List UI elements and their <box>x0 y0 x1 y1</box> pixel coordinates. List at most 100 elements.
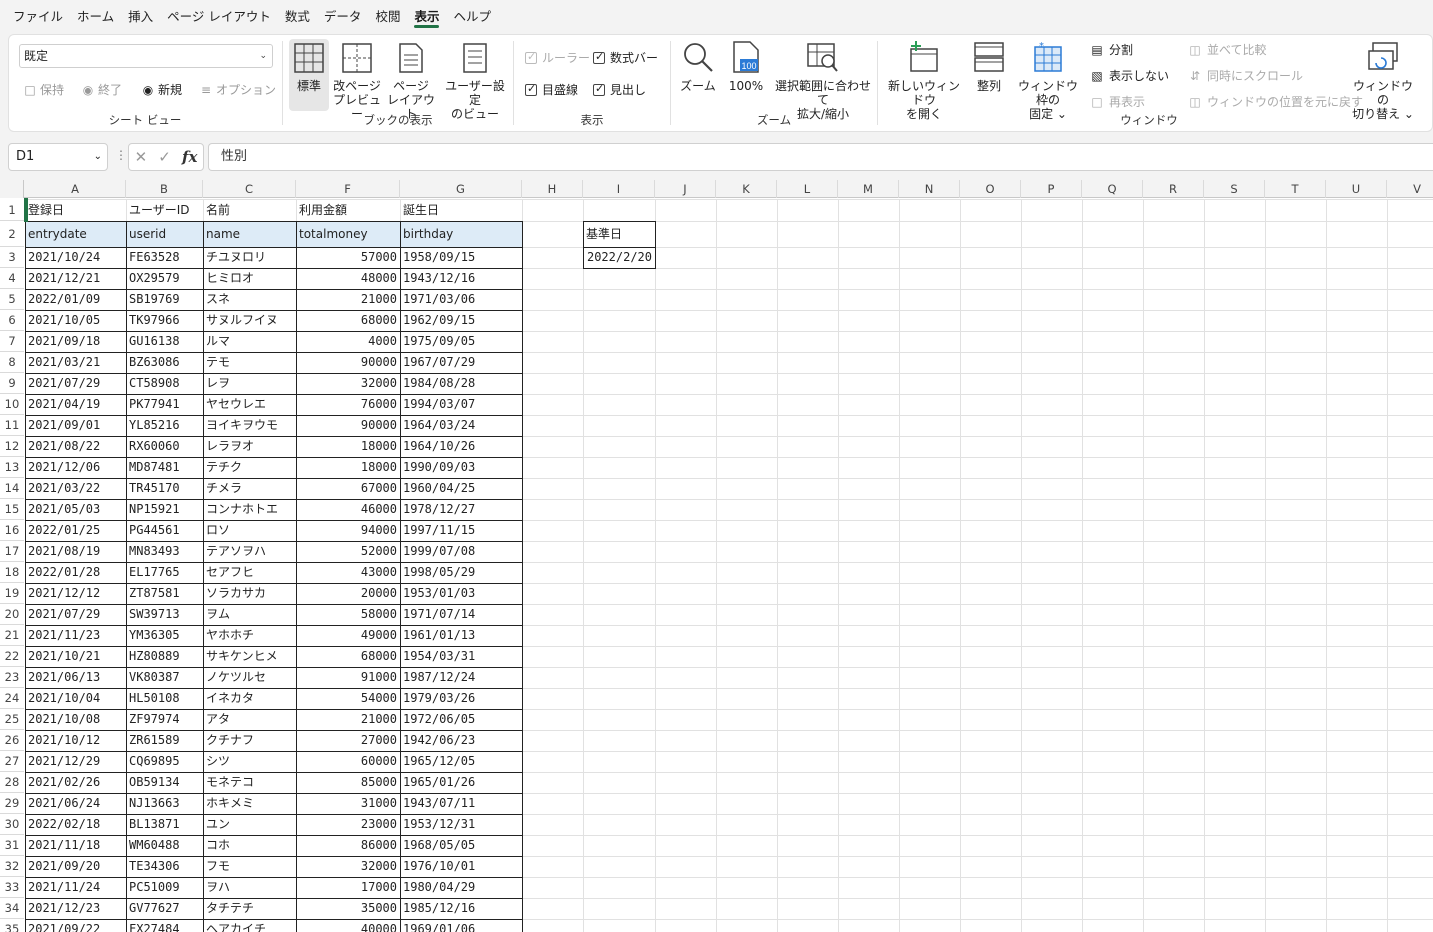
column-header[interactable]: B <box>126 180 203 198</box>
cell[interactable]: entrydate <box>25 221 126 247</box>
reset-window-position-button[interactable]: ◫ ウィンドウの位置を元に戻す <box>1187 93 1363 110</box>
cell[interactable]: 2022/2/20 <box>583 247 655 268</box>
sheet-view-exit-button[interactable]: ◉ 終了 <box>81 81 122 98</box>
cell[interactable]: チユヌロリ <box>203 247 296 268</box>
cell[interactable]: 4000 <box>296 331 400 352</box>
cell[interactable]: 1965/12/05 <box>400 751 522 772</box>
headings-checkbox[interactable]: 見出し <box>593 81 646 98</box>
column-header[interactable]: F <box>296 180 400 198</box>
row-header[interactable]: 6 <box>0 310 24 331</box>
cell[interactable]: 1960/04/25 <box>400 478 522 499</box>
row-header[interactable]: 34 <box>0 898 24 919</box>
cell[interactable]: 18000 <box>296 436 400 457</box>
cell[interactable]: 17000 <box>296 877 400 898</box>
cell[interactable]: 1958/09/15 <box>400 247 522 268</box>
page-break-preview-button[interactable]: 改ページ プレビュー <box>333 39 381 121</box>
cell[interactable]: WM60488 <box>126 835 203 856</box>
row-header[interactable]: 27 <box>0 751 24 772</box>
cell[interactable]: ZT87581 <box>126 583 203 604</box>
cell[interactable]: 1990/09/03 <box>400 457 522 478</box>
zoom-button[interactable]: ズーム <box>678 39 718 93</box>
cell[interactable]: 2021/09/18 <box>25 331 126 352</box>
cell[interactable]: 1962/09/15 <box>400 310 522 331</box>
cell[interactable]: 40000 <box>296 919 400 932</box>
row-header[interactable]: 1 <box>0 199 24 221</box>
cell[interactable]: ホキメミ <box>203 793 296 814</box>
row-header[interactable]: 19 <box>0 583 24 604</box>
cell[interactable]: ユン <box>203 814 296 835</box>
cell[interactable]: クチナフ <box>203 730 296 751</box>
cell[interactable]: YL85216 <box>126 415 203 436</box>
column-header[interactable]: U <box>1326 180 1387 198</box>
cell[interactable]: 27000 <box>296 730 400 751</box>
row-header[interactable]: 4 <box>0 268 24 289</box>
cell[interactable]: birthday <box>400 221 522 247</box>
cell[interactable]: イネカタ <box>203 688 296 709</box>
cell[interactable]: セアフヒ <box>203 562 296 583</box>
column-header[interactable]: P <box>1021 180 1082 198</box>
cell[interactable]: 20000 <box>296 583 400 604</box>
cell[interactable]: 1972/06/05 <box>400 709 522 730</box>
cell[interactable]: テチク <box>203 457 296 478</box>
cell[interactable]: 46000 <box>296 499 400 520</box>
cell[interactable]: タチテチ <box>203 898 296 919</box>
cell[interactable]: 2021/06/13 <box>25 667 126 688</box>
more-options-icon[interactable]: ⋮ <box>115 148 127 162</box>
menu-tab-4[interactable]: 数式 <box>278 0 317 34</box>
cell[interactable]: フモ <box>203 856 296 877</box>
cell[interactable]: 68000 <box>296 310 400 331</box>
row-header[interactable]: 11 <box>0 415 24 436</box>
cell[interactable]: 1997/11/15 <box>400 520 522 541</box>
cell[interactable]: 1953/01/03 <box>400 583 522 604</box>
cell[interactable]: 2021/05/03 <box>25 499 126 520</box>
cell[interactable]: 1979/03/26 <box>400 688 522 709</box>
cell[interactable]: 2021/03/22 <box>25 478 126 499</box>
row-header[interactable]: 26 <box>0 730 24 751</box>
cell[interactable]: 1964/03/24 <box>400 415 522 436</box>
cell[interactable]: totalmoney <box>296 221 400 247</box>
cell[interactable]: TK97966 <box>126 310 203 331</box>
select-all-corner[interactable] <box>0 180 24 198</box>
cell[interactable]: スネ <box>203 289 296 310</box>
cell[interactable]: HZ80889 <box>126 646 203 667</box>
menu-tab-2[interactable]: 挿入 <box>121 0 160 34</box>
cell[interactable]: 2021/11/24 <box>25 877 126 898</box>
zoom-100-button[interactable]: 100 100% <box>726 39 766 93</box>
cell[interactable]: 32000 <box>296 856 400 877</box>
cell[interactable]: HL50108 <box>126 688 203 709</box>
row-header[interactable]: 2 <box>0 221 24 247</box>
row-header[interactable]: 16 <box>0 520 24 541</box>
cell[interactable]: userid <box>126 221 203 247</box>
cell[interactable]: 68000 <box>296 646 400 667</box>
cell[interactable]: CQ69895 <box>126 751 203 772</box>
cell[interactable]: 1971/07/14 <box>400 604 522 625</box>
cancel-icon[interactable]: ✕ <box>135 148 148 166</box>
cell[interactable]: 誕生日 <box>400 199 522 221</box>
cell[interactable]: 1953/12/31 <box>400 814 522 835</box>
row-header[interactable]: 29 <box>0 793 24 814</box>
cell[interactable]: 1976/10/01 <box>400 856 522 877</box>
gridlines-checkbox[interactable]: 目盛線 <box>525 81 578 98</box>
menu-tab-7[interactable]: 表示 <box>407 0 446 34</box>
cell[interactable]: 1971/03/06 <box>400 289 522 310</box>
switch-windows-button[interactable]: ウィンドウの 切り替え ⌄ <box>1349 39 1417 121</box>
cell[interactable]: 基準日 <box>583 221 655 247</box>
row-header[interactable]: 17 <box>0 541 24 562</box>
ruler-checkbox[interactable]: ルーラー <box>525 49 590 66</box>
row-header[interactable]: 33 <box>0 877 24 898</box>
cell[interactable]: 1943/07/11 <box>400 793 522 814</box>
cell[interactable]: ヲハ <box>203 877 296 898</box>
row-header[interactable]: 14 <box>0 478 24 499</box>
cell[interactable]: 48000 <box>296 268 400 289</box>
formula-input[interactable]: 性別 <box>208 143 1433 171</box>
cell[interactable]: 2021/10/12 <box>25 730 126 751</box>
cell[interactable]: 2021/11/18 <box>25 835 126 856</box>
cell[interactable]: 1998/05/29 <box>400 562 522 583</box>
menu-tab-1[interactable]: ホーム <box>70 0 121 34</box>
cell[interactable]: 2021/10/04 <box>25 688 126 709</box>
cell[interactable]: モネテコ <box>203 772 296 793</box>
cell[interactable]: PK77941 <box>126 394 203 415</box>
cell[interactable]: 58000 <box>296 604 400 625</box>
cell[interactable]: 52000 <box>296 541 400 562</box>
custom-views-button[interactable]: ユーザー設定 のビュー <box>441 39 509 121</box>
